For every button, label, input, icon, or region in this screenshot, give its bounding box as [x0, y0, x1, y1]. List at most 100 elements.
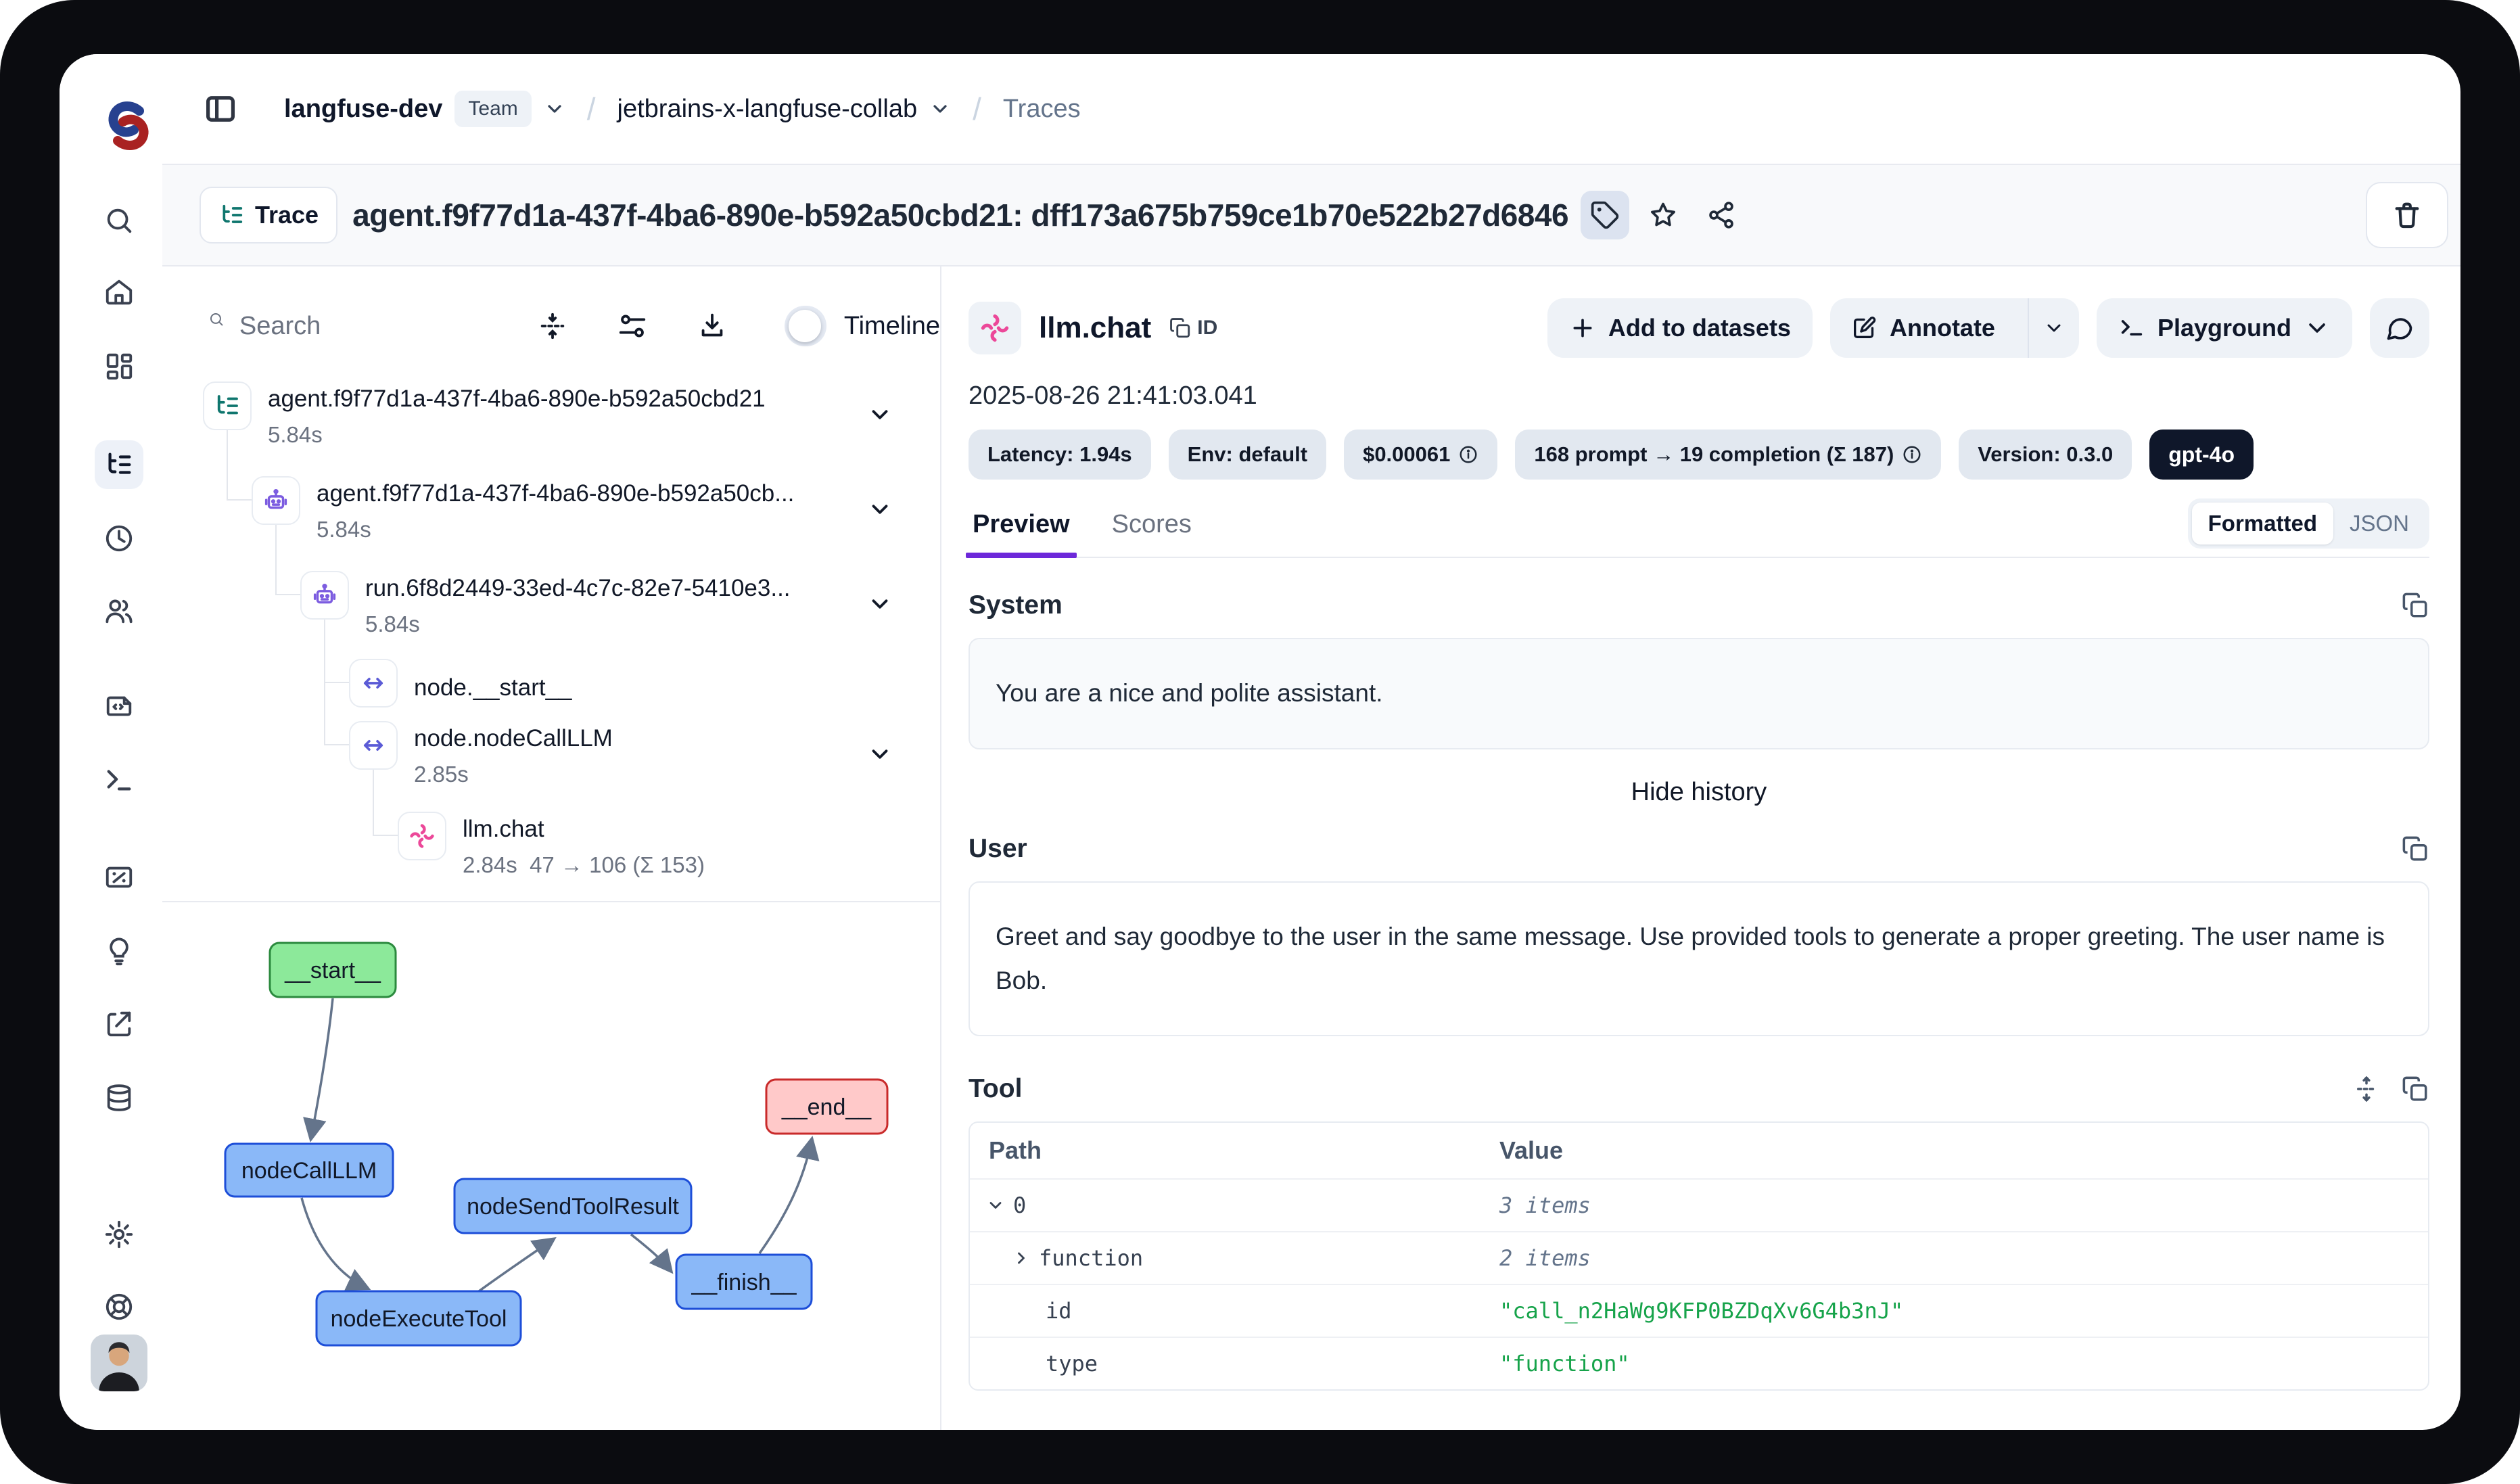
settings-sliders-icon[interactable]: [617, 310, 648, 342]
breadcrumb-separator: /: [587, 91, 596, 127]
dashboard-grid-icon[interactable]: [103, 350, 135, 381]
graph-node-sendtoolresult[interactable]: nodeSendToolResult: [454, 1179, 691, 1233]
format-json[interactable]: JSON: [2333, 503, 2425, 544]
trace-badge-label: Trace: [255, 201, 319, 229]
playground-button[interactable]: Playground: [2097, 298, 2352, 358]
search-icon[interactable]: [103, 205, 135, 236]
star-icon[interactable]: [1639, 191, 1687, 239]
breadcrumb-project[interactable]: jetbrains-x-langfuse-collab: [617, 95, 918, 124]
tree-row-label: agent.f9f77d1a-437f-4ba6-890e-b592a50cbd…: [268, 386, 766, 413]
graph-node-callllm[interactable]: nodeCallLLM: [225, 1144, 393, 1197]
tool-label: Tool: [969, 1074, 1022, 1104]
info-icon: [1902, 444, 1922, 465]
breadcrumb-section[interactable]: Traces: [1003, 95, 1081, 124]
annotate-button[interactable]: Annotate: [1830, 298, 2079, 358]
tree-row-node-callllm[interactable]: node.nodeCallLLM 2.85s: [349, 721, 613, 787]
llm-swirl-icon: [398, 812, 446, 860]
chevron-right-icon[interactable]: [1012, 1249, 1031, 1268]
collapse-tree-icon[interactable]: [537, 310, 568, 342]
chevron-down-icon[interactable]: [867, 591, 893, 617]
tab-scores[interactable]: Scores: [1108, 510, 1196, 557]
model-badge[interactable]: gpt-4o: [2149, 430, 2254, 480]
tree-toolbar: Timeline: [162, 291, 940, 361]
datasets-database-icon[interactable]: [103, 1082, 135, 1113]
download-icon[interactable]: [697, 310, 728, 342]
breadcrumb-org[interactable]: langfuse-dev: [284, 95, 442, 124]
tree-row-llm-chat[interactable]: llm.chat 2.84s 47 → 106 (Σ 153): [398, 812, 705, 878]
chevron-down-icon: [2304, 315, 2331, 342]
hide-history-link[interactable]: Hide history: [969, 778, 2429, 807]
tree-row-label: node.nodeCallLLM: [414, 725, 613, 752]
chevron-down-icon[interactable]: [929, 98, 951, 120]
cost-badge[interactable]: $0.00061: [1344, 430, 1497, 480]
tree-row-node-start[interactable]: node.__start__: [349, 659, 572, 708]
trace-tree-icon: [103, 449, 135, 480]
graph-node-executetool[interactable]: nodeExecuteTool: [317, 1291, 521, 1345]
tree-row-agent[interactable]: agent.f9f77d1a-437f-4ba6-890e-b592a50cb.…: [252, 476, 794, 542]
tab-preview[interactable]: Preview: [969, 510, 1074, 557]
user-label: User: [969, 834, 1027, 864]
chevron-down-icon[interactable]: [986, 1196, 1005, 1215]
tree-row-run[interactable]: run.6f8d2449-33ed-4c7c-82e7-5410e3... 5.…: [300, 571, 791, 637]
cell-value: 2 items: [1480, 1245, 2428, 1271]
comments-button[interactable]: [2370, 298, 2429, 358]
breadcrumb: langfuse-dev Team / jetbrains-x-langfuse…: [284, 91, 1081, 127]
home-icon[interactable]: [103, 277, 135, 308]
format-formatted[interactable]: Formatted: [2192, 503, 2333, 544]
tool-json-table: Path Value 0 3 items function 2 items id: [969, 1121, 2429, 1391]
scores-card-icon[interactable]: [103, 862, 135, 893]
copy-icon[interactable]: [2401, 835, 2429, 863]
table-header-row: Path Value: [970, 1123, 2428, 1178]
graph-node-finish[interactable]: __finish__: [676, 1255, 812, 1309]
share-icon[interactable]: [1697, 191, 1746, 239]
timeline-toggle[interactable]: [785, 306, 826, 346]
agent-graph[interactable]: __start__ nodeCallLLM nodeSendToolResult…: [162, 905, 940, 1406]
copy-icon[interactable]: [2401, 1075, 2429, 1103]
tree-row-label: node.__start__: [414, 674, 572, 701]
sessions-clock-icon[interactable]: [103, 523, 135, 554]
prompts-code-file-icon[interactable]: [103, 691, 135, 722]
graph-node-start[interactable]: __start__: [270, 943, 396, 997]
table-row[interactable]: type "function": [970, 1337, 2428, 1389]
add-to-datasets-button[interactable]: Add to datasets: [1547, 298, 1813, 358]
chevron-down-icon[interactable]: [544, 98, 565, 120]
tree-row-label: agent.f9f77d1a-437f-4ba6-890e-b592a50cb.…: [317, 480, 794, 507]
graph-node-end[interactable]: __end__: [766, 1080, 887, 1134]
tag-icon[interactable]: [1581, 191, 1629, 239]
annotate-dropdown-button[interactable]: [2028, 298, 2079, 358]
settings-gear-icon[interactable]: [103, 1219, 135, 1250]
svg-text:nodeCallLLM: nodeCallLLM: [241, 1158, 377, 1184]
expand-vertical-icon[interactable]: [2352, 1075, 2381, 1103]
search-input[interactable]: [239, 312, 429, 341]
lightbulb-icon[interactable]: [103, 935, 135, 967]
users-icon[interactable]: [103, 595, 135, 626]
trace-actions: [1581, 191, 1746, 239]
tree-graph-divider: [162, 901, 940, 902]
observation-actions: Add to datasets Annotate Playground: [1547, 298, 2429, 358]
chevron-down-icon[interactable]: [867, 496, 893, 522]
copy-icon[interactable]: [2401, 591, 2429, 620]
table-row[interactable]: function 2 items: [970, 1231, 2428, 1284]
copy-id-button[interactable]: ID: [1169, 317, 1217, 340]
cell-value: "call_n2HaWg9KFP0BZDqXv6G4b3nJ": [1480, 1298, 2428, 1324]
preview-tabs: Preview Scores Formatted JSON: [969, 500, 2429, 558]
sidebar-toggle-icon[interactable]: [203, 91, 238, 126]
toggle-knob: [789, 310, 821, 342]
table-row[interactable]: id "call_n2HaWg9KFP0BZDqXv6G4b3nJ": [970, 1284, 2428, 1337]
sidebar-item-tracing[interactable]: [95, 440, 143, 489]
delete-trace-button[interactable]: [2366, 182, 2448, 248]
chevron-down-icon[interactable]: [867, 741, 893, 767]
table-row[interactable]: 0 3 items: [970, 1178, 2428, 1231]
copy-icon: [1169, 317, 1192, 340]
cell-value: 3 items: [1480, 1192, 2428, 1218]
window-frame: langfuse-dev Team / jetbrains-x-langfuse…: [0, 0, 2520, 1484]
sidebar-rail: [60, 54, 162, 1430]
chevron-down-icon[interactable]: [867, 402, 893, 427]
user-avatar[interactable]: [91, 1335, 147, 1391]
support-lifebuoy-icon[interactable]: [103, 1291, 135, 1322]
tree-row-trace[interactable]: agent.f9f77d1a-437f-4ba6-890e-b592a50cbd…: [203, 381, 766, 448]
annotation-clipboard-icon[interactable]: [103, 1008, 135, 1039]
tokens-badge[interactable]: 168 prompt → 19 completion (Σ 187): [1515, 430, 1941, 480]
terminal-icon[interactable]: [103, 764, 135, 795]
observation-title: llm.chat: [1039, 311, 1151, 345]
